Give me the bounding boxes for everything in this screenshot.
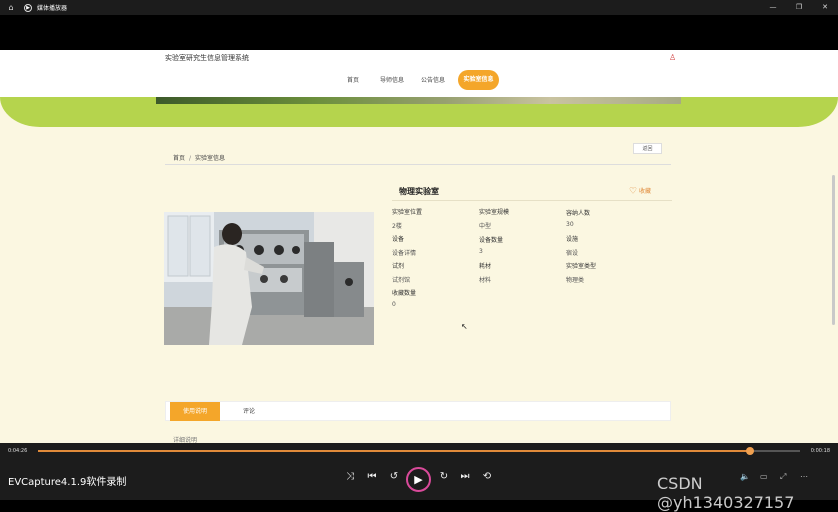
field-label: 设备 <box>392 236 405 243</box>
home-icon[interactable]: ⌂ <box>4 3 18 12</box>
field-label: 设备数量 <box>479 237 504 244</box>
rewind-icon[interactable]: ↺ <box>384 471 404 482</box>
user-icon[interactable]: ♙ <box>669 53 676 62</box>
web-page: 实验室研究生信息管理系统 ♙ 首页 导师信息 公告信息 实验室信息 返回 首页 /… <box>0 50 838 443</box>
tab-comments[interactable]: 评论 <box>243 402 255 421</box>
favorite-button[interactable]: ♡ 收藏 <box>629 186 651 197</box>
nav-announcements[interactable]: 公告信息 <box>421 75 445 84</box>
total-time: 0:00:18 <box>810 448 830 454</box>
elapsed-time: 0:04:26 <box>8 448 28 454</box>
repeat-icon[interactable]: ⟲ <box>477 471 497 482</box>
field-label: 设施 <box>566 236 579 243</box>
mouse-cursor-icon: ↖ <box>461 322 468 331</box>
media-title: EVCapture4.1.9软件录制 <box>8 477 127 488</box>
media-player-icon: ▶ <box>24 3 32 12</box>
forward-icon[interactable]: ↻ <box>434 471 454 482</box>
nav-home[interactable]: 首页 <box>347 75 359 84</box>
detail-tabs: 使用说明 评论 <box>165 401 671 421</box>
field-label: 容纳人数 <box>566 210 591 217</box>
field-label: 耗材 <box>479 263 492 270</box>
page-scrollbar[interactable] <box>832 175 835 325</box>
breadcrumb: 首页 / 实验室信息 <box>173 153 225 162</box>
seek-bar[interactable] <box>38 447 800 455</box>
seek-bar-knob[interactable] <box>746 447 755 455</box>
favorite-label: 收藏 <box>639 188 652 195</box>
nav-supervisors[interactable]: 导师信息 <box>380 75 404 84</box>
field-value: 宿设 <box>566 250 579 257</box>
field-label: 收藏数量 <box>392 290 417 297</box>
play-button[interactable]: ▶ <box>406 467 431 492</box>
field-value: 物理类 <box>566 277 585 284</box>
main-nav: 首页 导师信息 公告信息 实验室信息 <box>0 68 838 92</box>
breadcrumb-current: 实验室信息 <box>195 155 226 162</box>
return-button[interactable]: 返回 <box>633 143 662 154</box>
watermark: CSDN @yh1340327157 <box>657 474 795 512</box>
previous-icon[interactable]: ⏮ <box>362 471 382 482</box>
lab-photo <box>164 212 374 345</box>
field-value: 3 <box>479 248 483 255</box>
window-title: 媒体播放器 <box>37 5 68 12</box>
details-label: 详细说明 <box>173 437 198 443</box>
video-letterbox-top <box>0 15 838 50</box>
close-icon[interactable]: ✕ <box>812 0 838 15</box>
tab-usage-notes[interactable]: 使用说明 <box>170 402 220 421</box>
site-title: 实验室研究生信息管理系统 <box>165 54 249 62</box>
divider <box>392 200 672 201</box>
field-label: 实验室类型 <box>566 263 597 270</box>
breadcrumb-home[interactable]: 首页 <box>173 155 185 162</box>
field-value: 试剂馆 <box>392 277 411 284</box>
field-value: 0 <box>392 301 396 308</box>
minimize-icon[interactable]: — <box>760 0 786 15</box>
heart-icon: ♡ <box>629 186 638 197</box>
divider <box>165 164 671 165</box>
next-icon[interactable]: ⏭ <box>455 471 475 482</box>
field-label: 实验室位置 <box>392 209 423 216</box>
field-label: 实验室规模 <box>479 209 510 216</box>
lab-name: 物理实验室 <box>399 187 439 196</box>
window-controls: — ❐ ✕ <box>760 0 838 15</box>
shuffle-icon[interactable]: ⤨ <box>340 471 360 482</box>
site-header: 实验室研究生信息管理系统 ♙ 首页 导师信息 公告信息 实验室信息 <box>0 50 838 97</box>
field-value: 材料 <box>479 277 492 284</box>
field-label: 试剂 <box>392 263 405 270</box>
restore-icon[interactable]: ❐ <box>786 0 812 15</box>
field-value: 2楼 <box>392 223 402 230</box>
nav-lab-info[interactable]: 实验室信息 <box>458 70 499 90</box>
field-value: 中型 <box>479 223 492 230</box>
field-value: 设备详情 <box>392 250 417 257</box>
banner-image <box>156 97 681 104</box>
breadcrumb-separator: / <box>189 155 192 162</box>
field-value: 30 <box>566 221 574 228</box>
window-titlebar: ⌂ ▶ 媒体播放器 — ❐ ✕ <box>0 0 838 15</box>
seek-bar-fill <box>38 450 751 452</box>
